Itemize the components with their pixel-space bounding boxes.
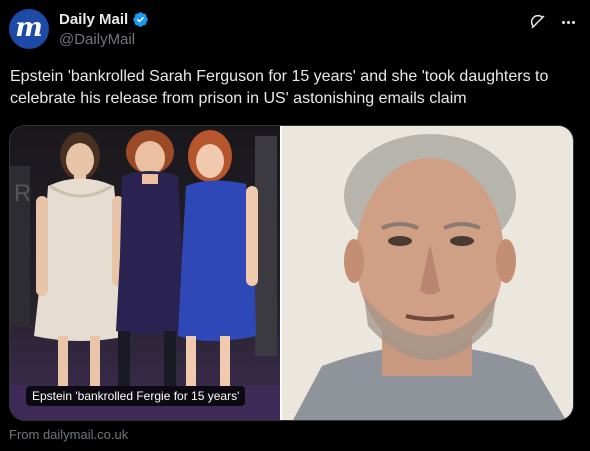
tweet-text: Epstein 'bankrolled Sarah Ferguson for 1… <box>10 68 549 107</box>
avatar[interactable]: m <box>9 9 49 49</box>
media-card[interactable]: R Epstein 'bankrolled Fergie for 15 year… <box>9 125 574 421</box>
photo-illustration: R <box>10 126 280 420</box>
three-women-photo[interactable]: R Epstein 'bankrolled Fergie for 15 year… <box>10 126 280 420</box>
more-icon[interactable] <box>559 13 577 31</box>
media-caption: Epstein 'bankrolled Fergie for 15 years' <box>26 386 246 406</box>
mugshot-photo[interactable] <box>282 126 573 420</box>
mugshot-illustration <box>282 126 573 420</box>
verified-badge-icon <box>133 12 148 27</box>
tweet-header: m Daily Mail @DailyMail <box>9 9 581 59</box>
grok-icon[interactable] <box>529 13 547 31</box>
link-source[interactable]: From dailymail.co.uk <box>9 427 128 442</box>
display-name[interactable]: Daily Mail <box>59 11 128 28</box>
svg-text:R: R <box>14 180 31 207</box>
author-row: Daily Mail <box>59 11 149 28</box>
handle[interactable]: @DailyMail <box>59 31 135 48</box>
avatar-letter: m <box>15 13 43 43</box>
